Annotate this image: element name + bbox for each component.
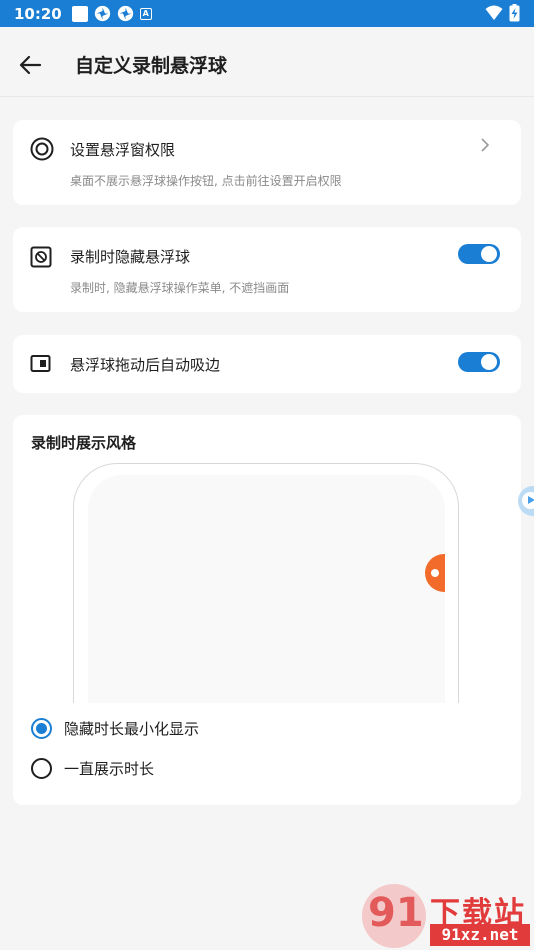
hide-float-subtitle: 录制时, 隐藏悬浮球操作菜单, 不遮挡画面 [70,281,290,295]
float-ball-preview [425,554,445,592]
display-style-title: 录制时展示风格 [31,434,137,452]
a-box-icon: A [139,7,152,20]
page-title: 自定义录制悬浮球 [75,55,228,77]
snap-edge-title: 悬浮球拖动后自动吸边 [70,356,221,374]
radio-minimize[interactable] [31,718,52,739]
arrow-left-icon[interactable] [18,53,44,77]
radio-always[interactable] [31,758,52,779]
permission-subtitle: 桌面不展示悬浮球操作按钮, 点击前往设置开启权限 [70,174,342,188]
watermark-bottom: 91xz.net [430,924,530,946]
status-bar: 10:20 A [0,0,534,27]
snap-edge-card: 悬浮球拖动后自动吸边 [13,335,521,393]
permission-title: 设置悬浮窗权限 [70,141,176,159]
phone-preview [73,463,459,703]
status-time: 10:20 [14,4,62,23]
toggle-knob [481,354,497,370]
fan-icon [94,5,110,22]
permission-card[interactable]: 设置悬浮窗权限 桌面不展示悬浮球操作按钮, 点击前往设置开启权限 [13,120,521,205]
fan-icon [117,5,133,22]
toggle-knob [481,246,497,262]
hide-float-toggle[interactable] [458,244,500,264]
radio-option-minimize[interactable]: 隐藏时长最小化显示 [31,718,199,739]
status-right [485,4,520,22]
float-ball-dot [431,569,439,577]
hide-float-title: 录制时隐藏悬浮球 [70,248,191,266]
target-circle-icon [30,137,54,161]
chevron-right-icon [481,138,490,152]
wifi-icon [485,5,503,20]
display-style-card: 录制时展示风格 隐藏时长最小化显示 一直展示时长 [13,415,521,805]
play-icon [522,492,534,509]
battery-charging-icon [509,4,520,22]
phone-preview-screen [88,475,445,703]
app-header: 自定义录制悬浮球 [0,27,534,97]
prohibited-square-icon [30,246,52,268]
snap-edge-toggle[interactable] [458,352,500,372]
edge-snap-icon [30,355,51,372]
radio-always-label: 一直展示时长 [64,760,155,778]
watermark-logo: 91 [362,884,426,948]
square-notification-icon [71,5,88,22]
hide-float-card: 录制时隐藏悬浮球 录制时, 隐藏悬浮球操作菜单, 不遮挡画面 [13,227,521,312]
radio-option-always[interactable]: 一直展示时长 [31,758,154,779]
radio-minimize-label: 隐藏时长最小化显示 [64,720,200,738]
watermark: 91 下载站 91xz.net [362,884,532,948]
